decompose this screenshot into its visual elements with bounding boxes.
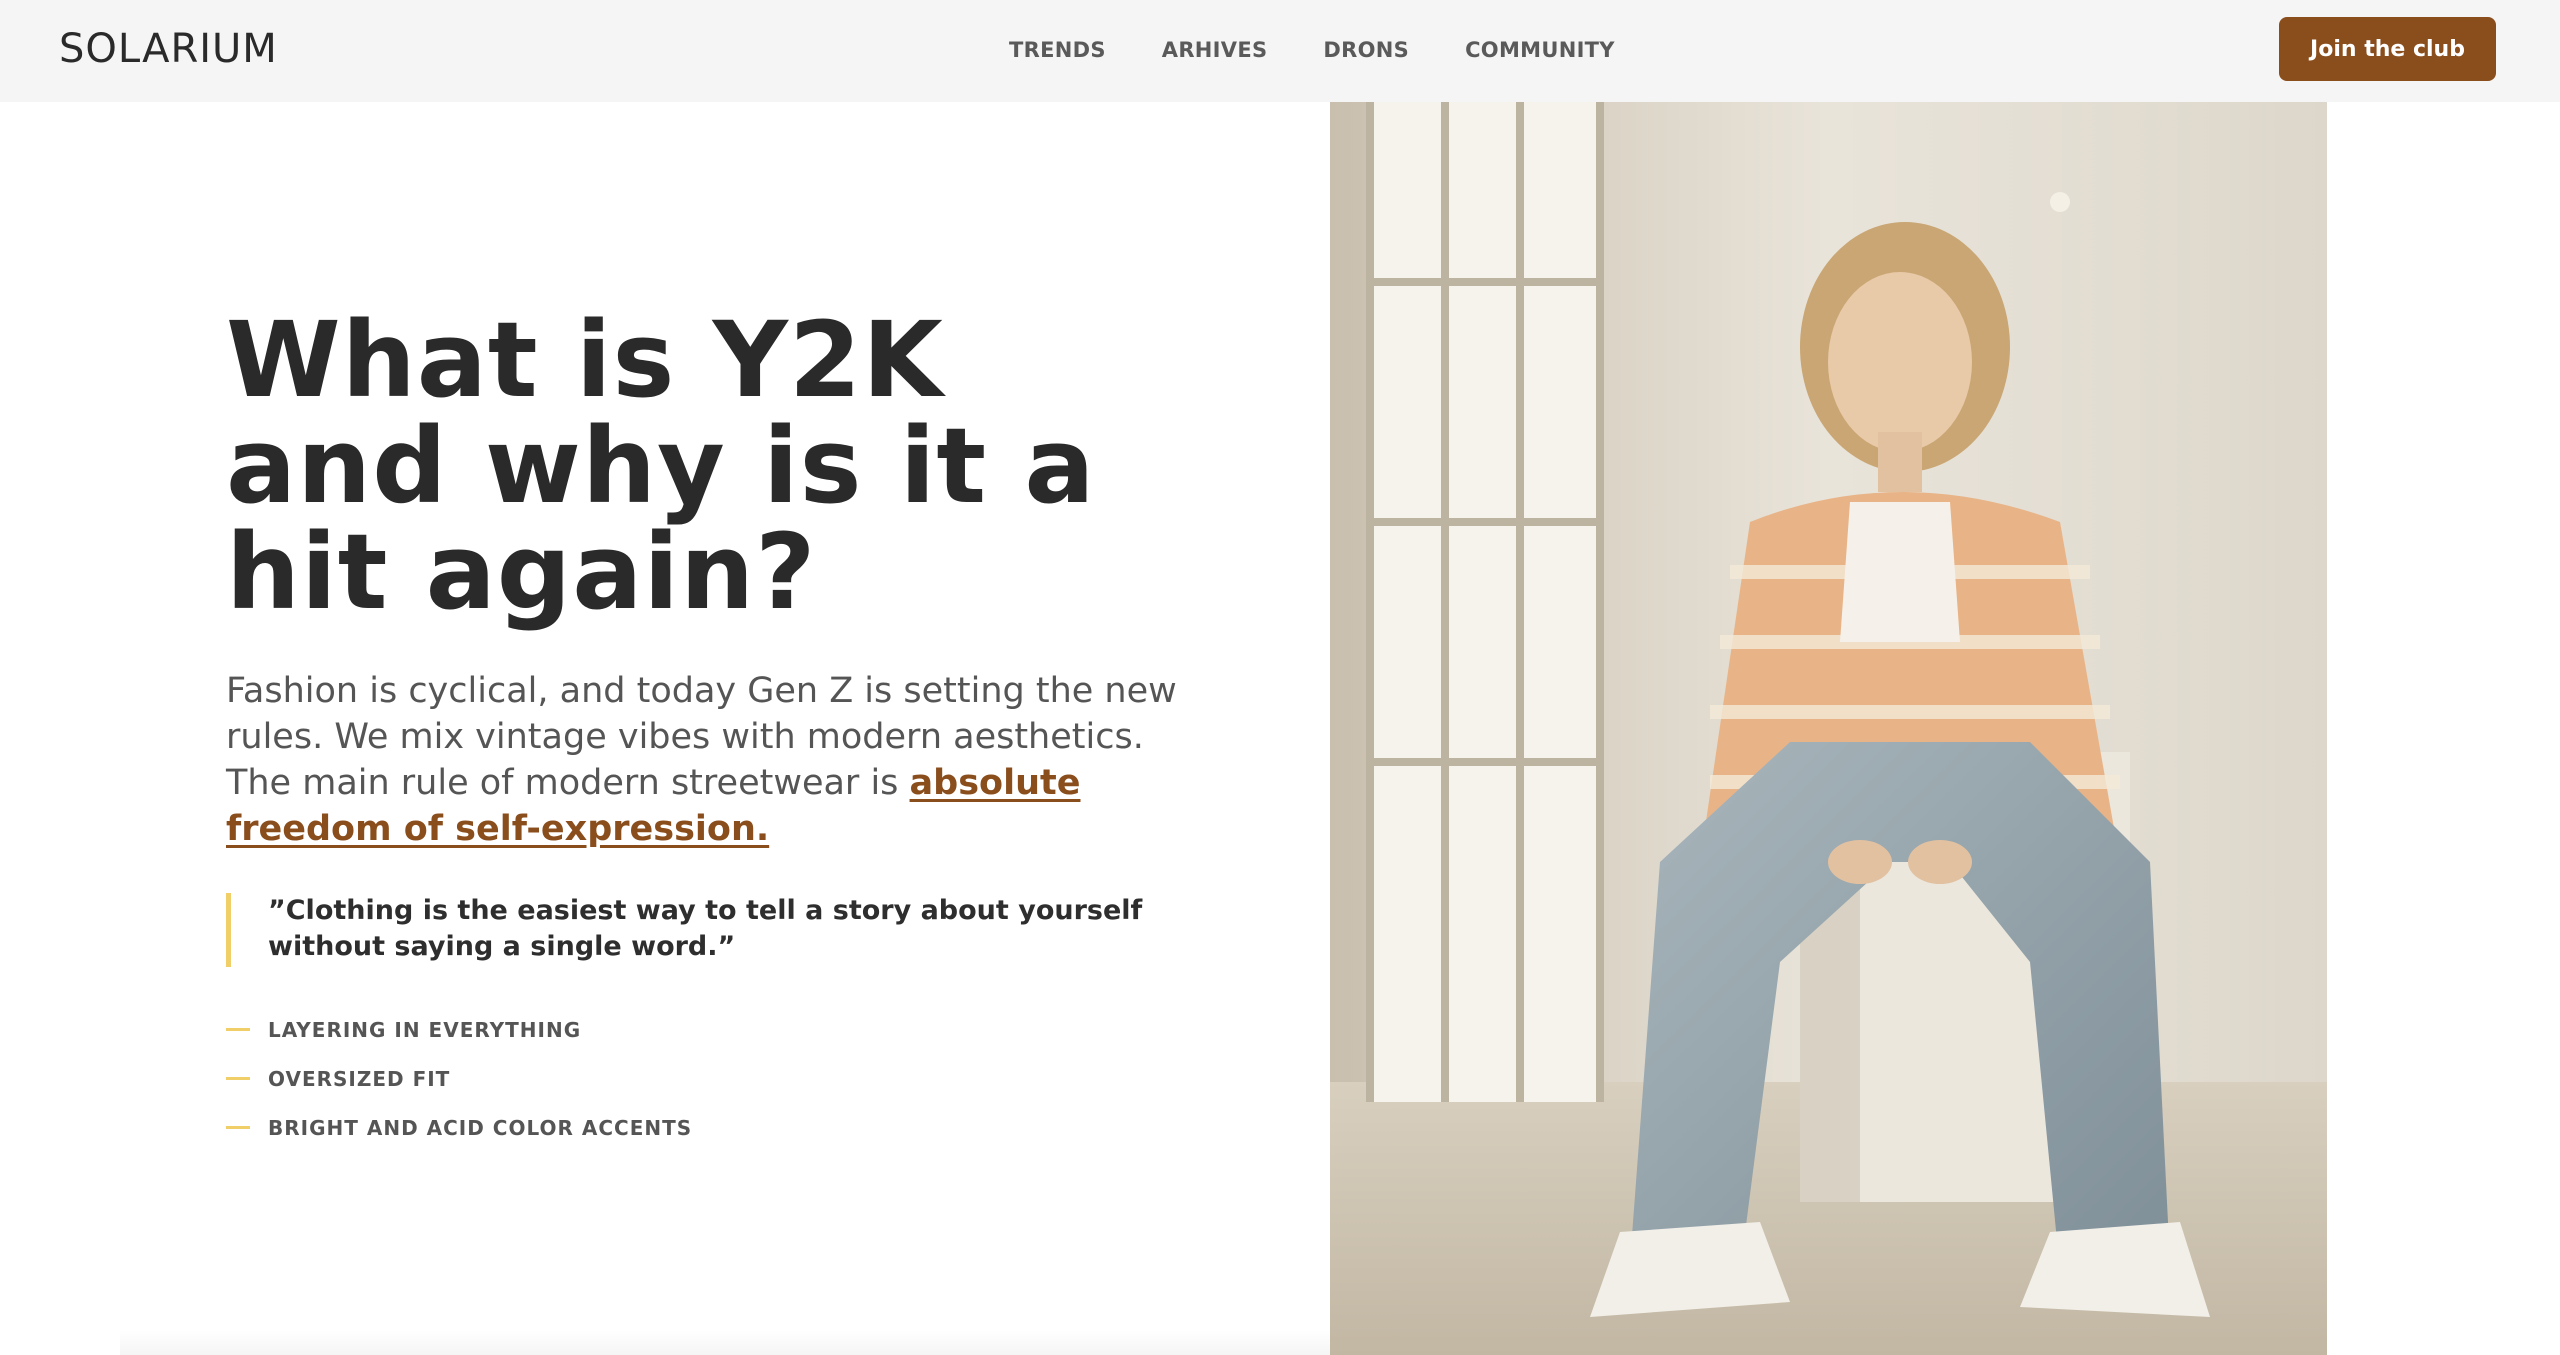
nav-link-community[interactable]: COMMUNITY [1465,38,1615,62]
join-club-button[interactable]: Join the club [2279,17,2496,81]
dash-marker [226,1077,250,1080]
point-label: LAYERING IN EVERYTHING [268,1017,582,1042]
hero-intro: Fashion is cyclical, and today Gen Z is … [226,668,1196,852]
bottom-shadow [120,1330,1330,1355]
list-item: OVERSIZED FIT [226,1054,692,1103]
nav-link-trends[interactable]: TRENDS [1009,38,1106,62]
nav-link-drons[interactable]: DRONS [1323,38,1409,62]
hero-photo [1330,102,2327,1355]
brand-logo[interactable]: SOLARIUM [59,26,278,72]
dash-marker [226,1126,250,1129]
point-label: BRIGHT AND ACID COLOR ACCENTS [268,1115,693,1140]
nav-link-archives[interactable]: ARHIVES [1162,38,1268,62]
style-points-list: LAYERING IN EVERYTHING OVERSIZED FIT BRI… [226,1005,692,1152]
dash-marker [226,1028,250,1031]
model-photo-illustration [1330,102,2327,1355]
list-item: BRIGHT AND ACID COLOR ACCENTS [226,1103,692,1152]
top-navigation-bar: SOLARIUM TRENDS ARHIVES DRONS COMMUNITY … [0,0,2560,102]
pull-quote: ”Clothing is the easiest way to tell a s… [226,893,1226,967]
list-item: LAYERING IN EVERYTHING [226,1005,692,1054]
point-label: OVERSIZED FIT [268,1066,451,1091]
main-nav: TRENDS ARHIVES DRONS COMMUNITY [1009,38,1615,62]
hero-headline: What is Y2K and why is it a hit again? [226,299,1096,633]
